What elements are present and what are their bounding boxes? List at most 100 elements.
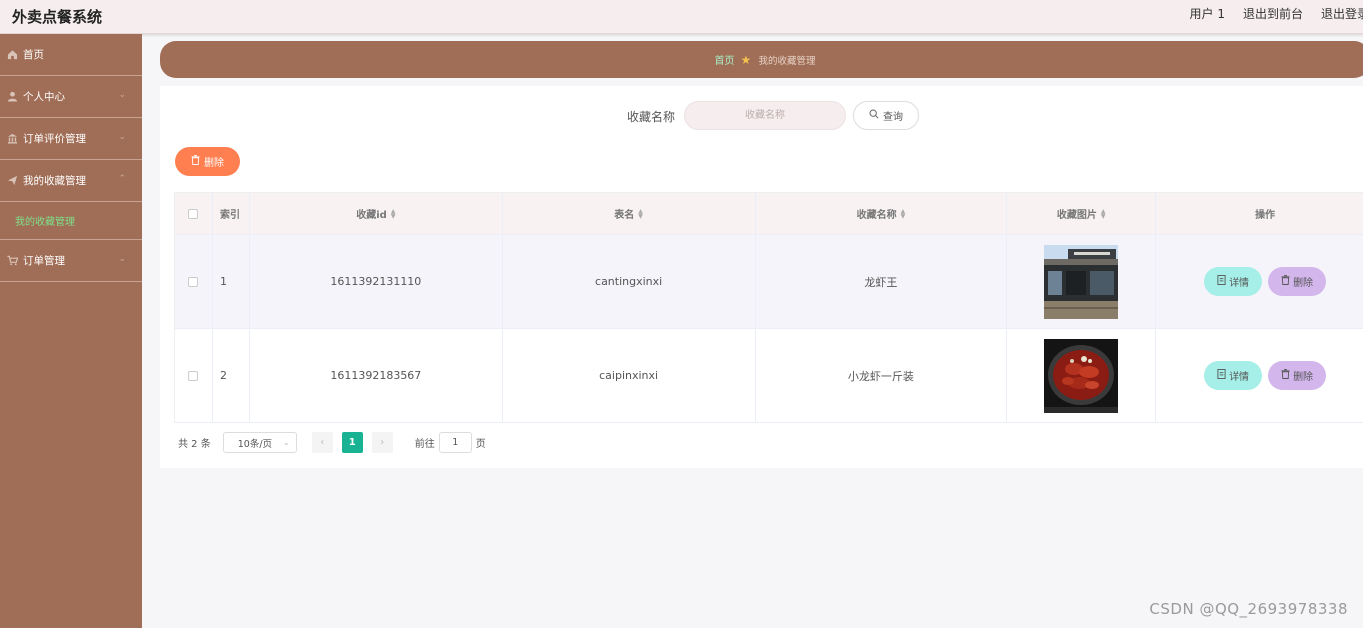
submenu-label[interactable]: 我的收藏管理 (15, 213, 75, 228)
column-label: 操作 (1255, 210, 1276, 221)
sidebar-item-orders[interactable]: 订单管理 ⌄ (0, 240, 142, 282)
row-fav-image-cell (1007, 235, 1157, 328)
detail-button[interactable]: 详情 (1204, 267, 1263, 296)
star-icon: ★ (740, 52, 752, 67)
row-actions: 详情 删除 (1156, 329, 1363, 422)
prev-page-button[interactable]: ‹ (311, 432, 333, 453)
search-icon (869, 109, 879, 122)
sidebar-item-home[interactable]: 首页 (0, 34, 142, 76)
chevron-down-icon: ⌄ (283, 438, 290, 447)
row-select-cell (175, 235, 213, 328)
breadcrumb-home[interactable]: 首页 (714, 52, 734, 67)
home-icon (6, 49, 18, 61)
row-fav-id: 1611392183567 (250, 329, 503, 422)
column-label: 收藏名称 (856, 210, 897, 221)
column-label: 收藏图片 (1056, 210, 1097, 221)
document-icon (1217, 275, 1226, 288)
row-fav-name: 小龙虾一斤装 (756, 329, 1008, 422)
cart-icon (6, 255, 18, 267)
back-to-front-link[interactable]: 退出到前台 (1243, 5, 1303, 22)
sort-icon[interactable]: ▲ ▼ (901, 208, 906, 219)
document-icon (1217, 369, 1226, 382)
chevron-down-icon: ⌄ (118, 132, 126, 142)
bank-icon (6, 133, 18, 145)
table-header: 索引 收藏id ▲ ▼ 表名 ▲ ▼ 收藏名称 ▲ ▼ 收藏图片 ▲ ▼ 操作 (175, 193, 1363, 235)
goto-label: 前往 (414, 439, 435, 450)
goto-page-input[interactable] (438, 432, 472, 453)
delete-button-label: 删除 (1293, 372, 1314, 383)
bulk-delete-label: 删除 (204, 158, 224, 169)
row-index: 1 (213, 235, 250, 328)
row-checkbox[interactable] (188, 370, 199, 381)
column-label: 收藏id (356, 210, 387, 221)
page-suffix: 页 (475, 439, 486, 450)
page-size-value: 10条/页 (237, 438, 273, 450)
row-select-cell (175, 329, 213, 422)
chevron-left-icon: ‹ (320, 437, 325, 448)
restaurant-storefront-image[interactable] (1044, 244, 1119, 319)
search-input[interactable] (684, 101, 846, 130)
sort-icon[interactable]: ▲ ▼ (638, 208, 643, 219)
user-icon (6, 91, 18, 103)
table-row: 1 1611392131110 cantingxinxi 龙虾王 详情 删除 (175, 235, 1363, 329)
header-fav-name[interactable]: 收藏名称 ▲ ▼ (756, 193, 1008, 234)
sort-icon[interactable]: ▲ ▼ (1101, 208, 1106, 219)
watermark: CSDN @QQ_2693978338 (1149, 600, 1348, 618)
page-number-button[interactable]: 1 (341, 432, 363, 453)
header-fav-image[interactable]: 收藏图片 ▲ ▼ (1007, 193, 1157, 234)
header-index: 索引 (213, 193, 250, 234)
row-table-name: caipinxinxi (503, 329, 756, 422)
detail-button[interactable]: 详情 (1204, 361, 1263, 390)
trash-icon (1281, 369, 1290, 382)
delete-button[interactable]: 删除 (1268, 361, 1327, 390)
row-fav-name: 龙虾王 (756, 235, 1008, 328)
sidebar: 首页 个人中心 ⌄ 订单评价管理 ⌄ 我的收藏管理 ⌃ 我的收藏管理 订单管理 … (0, 34, 142, 628)
user-label[interactable]: 用户 1 (1190, 5, 1225, 22)
chevron-down-icon: ⌄ (118, 254, 126, 264)
chevron-up-icon: ⌃ (118, 174, 126, 184)
header-select-cell (175, 193, 213, 234)
header-fav-id[interactable]: 收藏id ▲ ▼ (250, 193, 503, 234)
favorites-table: 索引 收藏id ▲ ▼ 表名 ▲ ▼ 收藏名称 ▲ ▼ 收藏图片 ▲ ▼ 操作 1 161139… (174, 192, 1363, 423)
chevron-down-icon: ⌄ (118, 90, 126, 100)
sidebar-item-label: 我的收藏管理 (23, 175, 86, 187)
app-title: 外卖点餐系统 (12, 8, 103, 26)
row-actions: 详情 删除 (1156, 235, 1363, 328)
detail-button-label: 详情 (1229, 278, 1250, 289)
sidebar-item-label: 个人中心 (23, 91, 65, 103)
sidebar-item-profile[interactable]: 个人中心 ⌄ (0, 76, 142, 118)
crayfish-plate-image[interactable] (1044, 338, 1119, 413)
breadcrumb: 首页 ★ 我的收藏管理 (160, 41, 1363, 78)
search-button[interactable]: 查询 (853, 101, 919, 130)
breadcrumb-current: 我的收藏管理 (758, 55, 816, 67)
trash-icon (1281, 275, 1290, 288)
search-button-label: 查询 (883, 112, 903, 123)
delete-button-label: 删除 (1293, 278, 1314, 289)
sidebar-item-favorites[interactable]: 我的收藏管理 ⌃ (0, 160, 142, 202)
bulk-delete-button[interactable]: 删除 (175, 147, 240, 176)
submenu-favorites-management[interactable]: 我的收藏管理 (0, 202, 142, 240)
logout-link[interactable]: 退出登录 (1321, 5, 1363, 22)
sidebar-item-label: 订单管理 (23, 255, 65, 267)
pagination-total: 共 2 条 (178, 439, 211, 450)
sort-icon[interactable]: ▲ ▼ (391, 208, 396, 219)
send-icon (6, 175, 18, 187)
row-index: 2 (213, 329, 250, 422)
select-all-checkbox[interactable] (188, 208, 199, 219)
chevron-right-icon: › (380, 437, 385, 448)
sidebar-item-label: 首页 (23, 49, 44, 61)
table-row: 2 1611392183567 caipinxinxi 小龙虾一斤装 详情 删除 (175, 329, 1363, 423)
sidebar-item-order-review[interactable]: 订单评价管理 ⌄ (0, 118, 142, 160)
top-bar: 外卖点餐系统 用户 1 退出到前台 退出登录 (0, 0, 1363, 34)
main-panel: 收藏名称 查询 删除 索引 收藏id ▲▼ 表名▲▼ 收藏名称 ▲▼ 收藏图片 ▲▼ … (160, 86, 1363, 468)
top-links: 用户 1 退出到前台 退出登录 (1190, 5, 1363, 22)
header-table-name[interactable]: 表名 ▲ ▼ (503, 193, 756, 234)
next-page-button[interactable]: › (371, 432, 393, 453)
search-label: 收藏名称 (627, 110, 676, 124)
delete-button[interactable]: 删除 (1268, 267, 1327, 296)
pagination: 共 2 条 10条/页 ⌄ ‹ 1 › 前往 页 (178, 432, 486, 453)
page-size-select[interactable]: 10条/页 ⌄ (222, 432, 297, 453)
row-table-name: cantingxinxi (503, 235, 756, 328)
row-checkbox[interactable] (188, 276, 199, 287)
detail-button-label: 详情 (1229, 372, 1250, 383)
